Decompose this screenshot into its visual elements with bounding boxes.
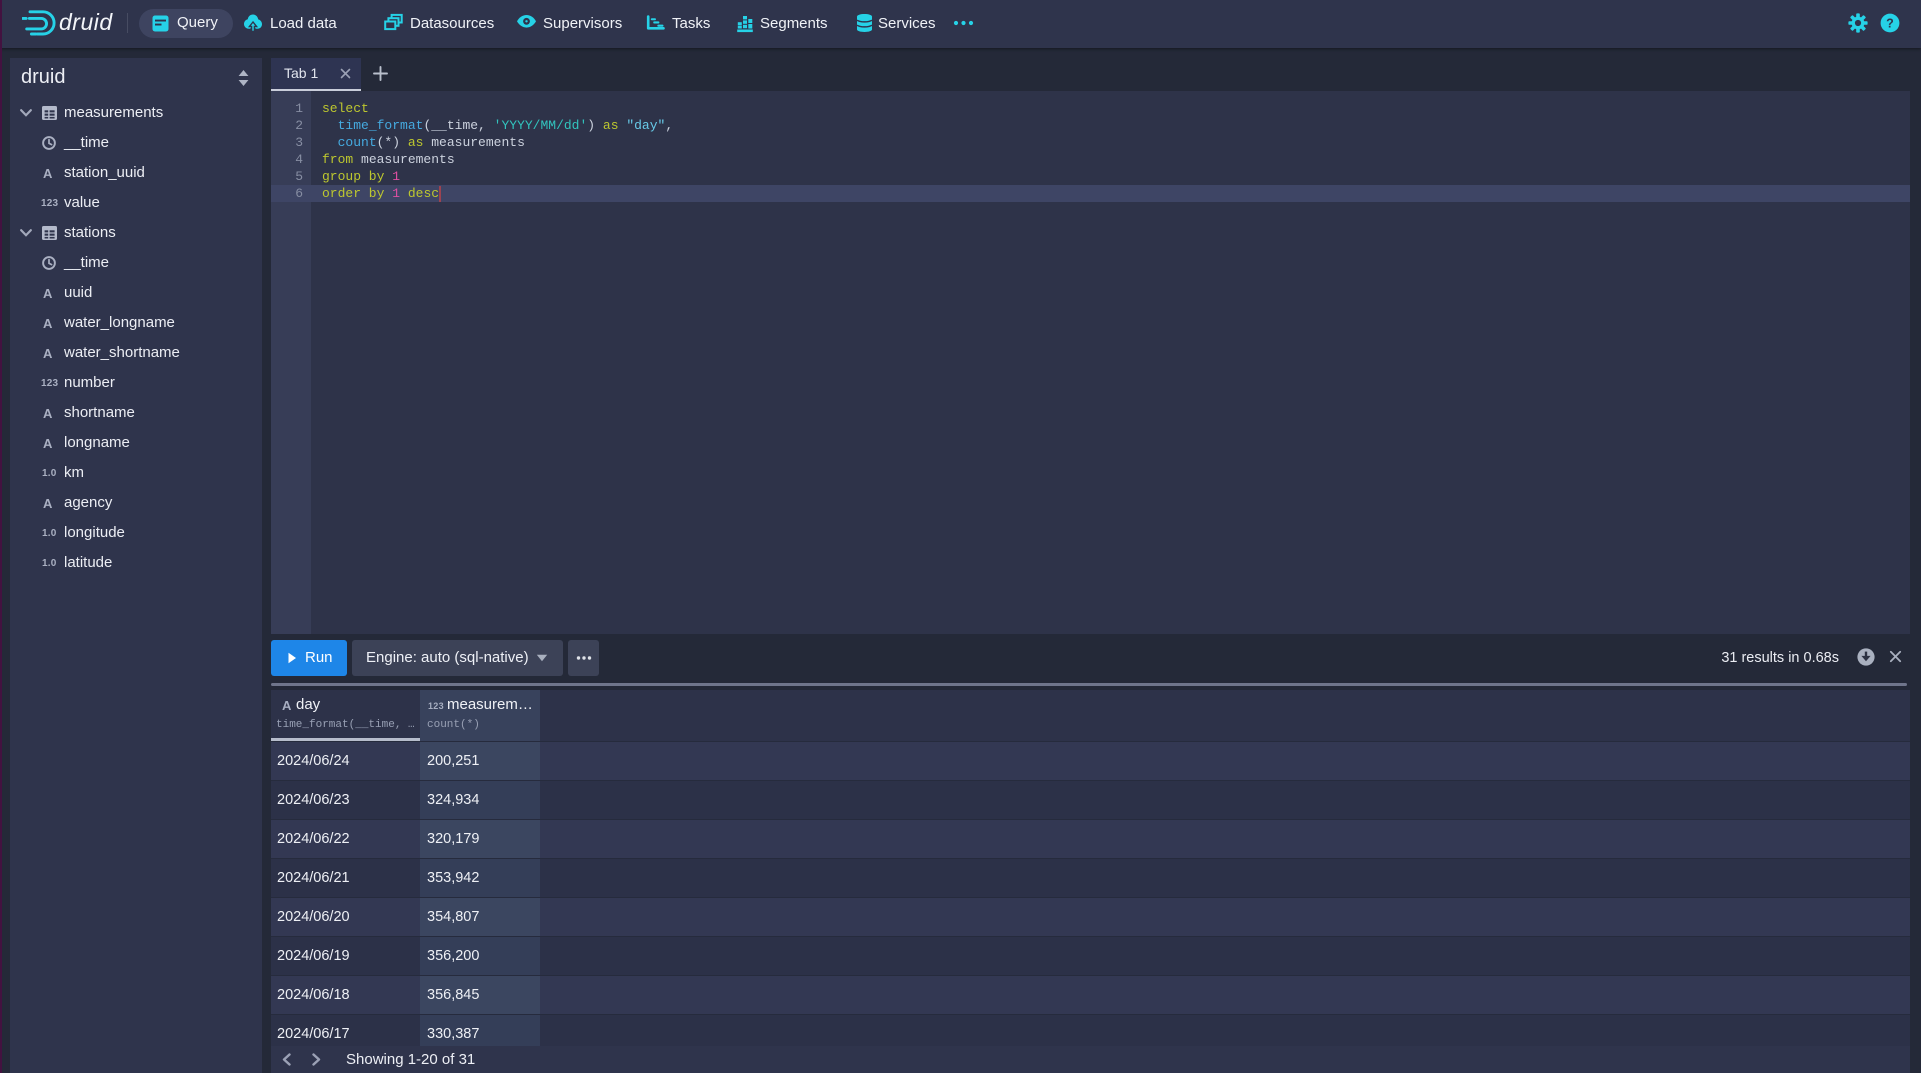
svg-text:?: ? [1886,16,1894,30]
